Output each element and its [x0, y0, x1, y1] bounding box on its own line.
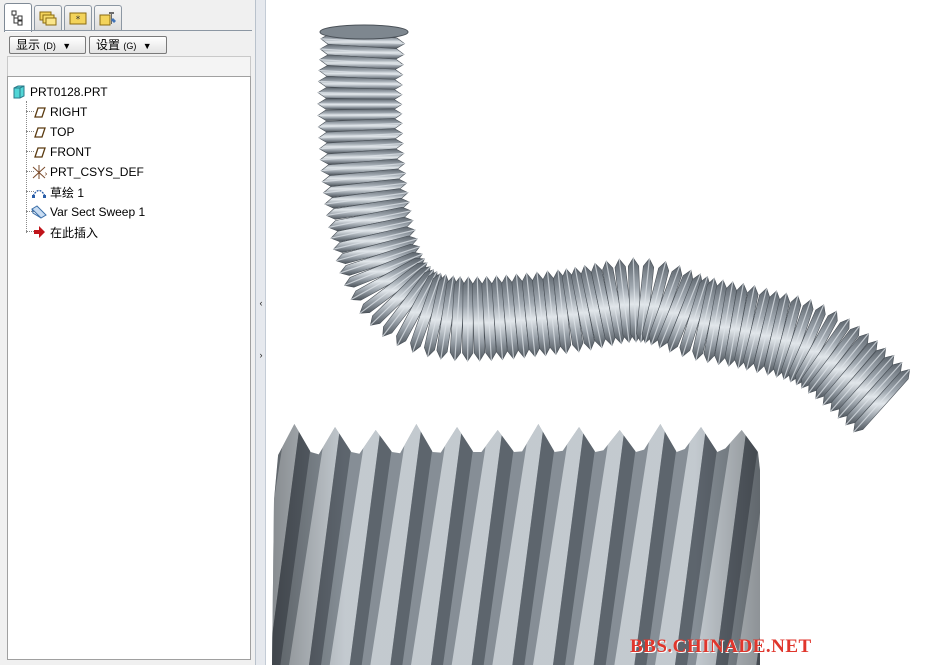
tree-item-csys[interactable]: × PRT_CSYS_DEF: [31, 163, 144, 181]
navigator-splitter[interactable]: ‹ ›: [256, 0, 266, 665]
watermark-text: BBS.CHINADE.NET: [630, 636, 812, 658]
graphics-viewport[interactable]: BBS.CHINADE.NET: [266, 0, 927, 665]
tree-item-right[interactable]: RIGHT: [31, 103, 87, 121]
expand-chevron-icon[interactable]: ›: [257, 350, 265, 360]
barrel-rib-highlight: [777, 420, 829, 665]
tree-item-label: TOP: [50, 125, 74, 139]
model-navigator: * 显示 (D) ▼ 设置 (G) ▼: [0, 0, 256, 665]
tree-item-var-sect-sweep[interactable]: Var Sect Sweep 1: [31, 203, 145, 221]
favorites-folder-icon: *: [69, 10, 87, 26]
3d-model-scene: [266, 0, 927, 665]
tree-header-bar: [7, 56, 251, 76]
barrel-rib-shadow: [797, 420, 843, 665]
tree-item-label: 在此插入: [50, 224, 98, 241]
tab-strip-divider: [4, 30, 252, 31]
barrel-rib-shadow: [838, 420, 884, 665]
tree-item-insert-here[interactable]: 在此插入: [31, 223, 98, 241]
model-tree: PRT0128.PRT RIGHT TOP FRONT × PRT_C: [7, 76, 251, 660]
tree-item-front[interactable]: FRONT: [31, 143, 91, 161]
tree-root-label: PRT0128.PRT: [30, 85, 108, 99]
tree-item-label: Var Sect Sweep 1: [50, 205, 145, 219]
tree-connector: [26, 101, 27, 233]
hose-closeup-model[interactable]: [266, 420, 884, 665]
folders-icon: [39, 10, 57, 26]
show-button-shortcut: (D): [43, 41, 56, 51]
show-button-label: 显示: [16, 38, 40, 52]
tree-item-label: RIGHT: [50, 105, 87, 119]
tree-item-label: PRT_CSYS_DEF: [50, 165, 144, 179]
sketch-icon: [31, 184, 47, 200]
insert-here-arrow-icon: [31, 224, 47, 240]
model-tree-icon: [10, 10, 26, 26]
settings-button-label: 设置: [96, 38, 120, 52]
coordinate-system-icon: ×: [31, 164, 47, 180]
collapse-chevron-icon[interactable]: ‹: [257, 298, 265, 308]
hose-open-end: [320, 25, 408, 39]
datum-plane-icon: [31, 104, 47, 120]
part-icon: [11, 84, 27, 100]
datum-plane-icon: [31, 124, 47, 140]
hose-rib-crest: [468, 277, 469, 361]
tree-item-label: FRONT: [50, 145, 91, 159]
svg-text:*: *: [76, 15, 81, 25]
barrel-rib-shadow: [756, 420, 802, 665]
settings-dropdown-button[interactable]: 设置 (G) ▼: [89, 36, 167, 54]
show-dropdown-button[interactable]: 显示 (D) ▼: [9, 36, 86, 54]
favorites-tab[interactable]: *: [64, 5, 92, 30]
tree-item-top[interactable]: TOP: [31, 123, 74, 141]
corrugated-hose-model[interactable]: [318, 25, 910, 432]
folder-browser-tab[interactable]: [34, 5, 62, 30]
svg-text:×: ×: [44, 171, 47, 178]
barrel-rib-highlight: [818, 420, 870, 665]
var-sect-sweep-icon: [31, 204, 47, 220]
connections-tab[interactable]: [94, 5, 122, 30]
settings-button-shortcut: (G): [123, 41, 136, 51]
tools-icon: [99, 10, 117, 26]
chevron-down-icon: ▼: [62, 41, 71, 51]
model-tree-tab[interactable]: [4, 3, 32, 32]
tree-item-sketch[interactable]: 草绘 1: [31, 183, 84, 201]
tree-item-label: 草绘 1: [50, 184, 84, 201]
chevron-down-icon: ▼: [143, 41, 152, 51]
tree-root-part[interactable]: PRT0128.PRT: [11, 83, 108, 101]
datum-plane-icon: [31, 144, 47, 160]
